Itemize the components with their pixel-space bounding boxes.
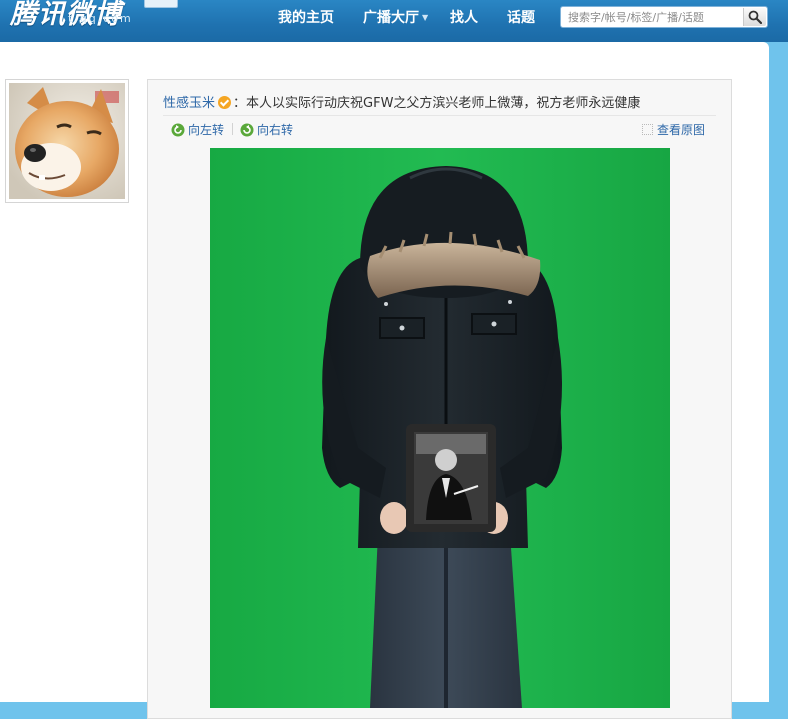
post-card: 性感玉米 ：本人以实际行动庆祝GFW之父方滨兴老师上微薄，祝方老师永远健康 向左转… (147, 79, 732, 719)
rotate-right-button[interactable]: 向右转 (240, 121, 293, 138)
top-navigation-bar: 腾讯微博 t.qq.com 我的主页 广播大厅 ▼ 找人 话题 (0, 0, 788, 42)
site-logo[interactable]: 腾讯微博 t.qq.com (10, 0, 180, 32)
search-input[interactable] (561, 7, 741, 27)
post-separator: ： (233, 96, 247, 111)
view-original-button[interactable]: 查看原图 (642, 121, 705, 138)
nav-broadcast-hall-label: 广播大厅 (363, 10, 419, 26)
rotate-left-button[interactable]: 向左转 (171, 121, 224, 138)
verified-icon (218, 96, 232, 109)
rotate-right-label: 向右转 (257, 123, 294, 137)
nav-topics[interactable]: 话题 (507, 0, 535, 36)
post-photo[interactable] (210, 148, 670, 708)
image-toolbar: 向左转 向右转 查看原图 (163, 115, 716, 138)
rotate-left-icon (171, 123, 185, 137)
logo-badge (144, 0, 178, 8)
rotate-right-icon (240, 123, 254, 137)
search-box (560, 6, 768, 28)
logo-domain: t.qq.com (68, 12, 133, 25)
nav-broadcast-hall[interactable]: 广播大厅 ▼ (363, 0, 428, 36)
main-content: 性感玉米 ：本人以实际行动庆祝GFW之父方滨兴老师上微薄，祝方老师永远健康 向左转… (0, 42, 769, 719)
post-text: 本人以实际行动庆祝GFW之父方滨兴老师上微薄，祝方老师永远健康 (246, 96, 641, 111)
nav-find-people[interactable]: 找人 (450, 0, 478, 36)
search-button[interactable] (743, 8, 766, 26)
toolbar-divider (232, 123, 233, 135)
rotate-left-label: 向左转 (188, 123, 225, 137)
author-link[interactable]: 性感玉米 (163, 96, 215, 111)
avatar-image (9, 83, 125, 199)
expand-icon (642, 124, 653, 135)
chevron-down-icon: ▼ (422, 13, 429, 22)
nav-my-homepage[interactable]: 我的主页 (278, 0, 334, 36)
view-original-label: 查看原图 (657, 123, 706, 137)
photo-illustration (210, 148, 670, 708)
avatar[interactable] (5, 79, 129, 203)
search-icon (748, 10, 762, 24)
post-header: 性感玉米 ：本人以实际行动庆祝GFW之父方滨兴老师上微薄，祝方老师永远健康 (163, 92, 640, 111)
